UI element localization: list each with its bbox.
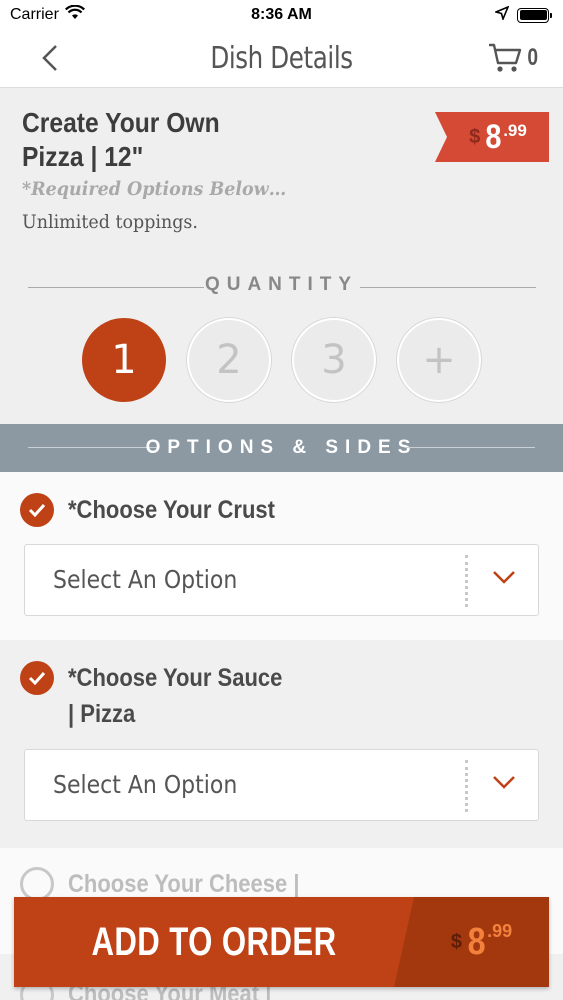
price-tag: $ 8 .99 bbox=[435, 112, 549, 162]
option-title-line2: | Pizza bbox=[68, 700, 136, 728]
add-to-order-button[interactable]: ADD TO ORDER $ 8 .99 bbox=[14, 897, 549, 987]
price-cents: .99 bbox=[487, 921, 513, 941]
cart-button[interactable]: 0 bbox=[488, 38, 539, 78]
quantity-option-1[interactable]: 1 bbox=[82, 318, 166, 402]
option-crust: *Choose Your Crust Select An Option bbox=[0, 472, 563, 640]
check-icon bbox=[20, 493, 54, 527]
price-main: 8 bbox=[485, 117, 502, 156]
price-main: 8 bbox=[467, 920, 486, 963]
dish-description: Unlimited toppings. bbox=[22, 211, 198, 233]
price-symbol: $ bbox=[469, 125, 481, 148]
check-icon bbox=[20, 661, 54, 695]
dish-name-line2: Pizza | 12" bbox=[22, 141, 144, 172]
divider bbox=[465, 555, 468, 607]
quantity-option-2[interactable]: 2 bbox=[187, 318, 271, 402]
carrier-label: Carrier bbox=[10, 6, 59, 23]
select-placeholder: Select An Option bbox=[53, 565, 238, 594]
dish-name: Create Your Own Pizza | 12" bbox=[22, 106, 286, 174]
unchecked-circle-icon bbox=[20, 867, 54, 901]
wifi-icon bbox=[64, 4, 85, 25]
quantity-header: QUANTITY bbox=[0, 274, 563, 300]
quantity-option-3[interactable]: 3 bbox=[292, 318, 376, 402]
add-to-order-label: ADD TO ORDER bbox=[91, 919, 337, 964]
page-title: Dish Details bbox=[210, 41, 353, 76]
chevron-down-icon bbox=[493, 776, 515, 789]
options-header: OPTIONS & SIDES bbox=[0, 424, 563, 472]
divider bbox=[405, 447, 535, 448]
option-sauce: *Choose Your Sauce | Pizza Select An Opt… bbox=[0, 640, 563, 848]
dish-name-line1: Create Your Own bbox=[22, 107, 220, 138]
status-bar: Carrier 8:36 AM bbox=[0, 0, 563, 30]
options-header-label: OPTIONS & SIDES bbox=[145, 437, 418, 458]
divider bbox=[465, 760, 468, 812]
divider bbox=[360, 287, 536, 288]
required-note: *Required Options Below… bbox=[22, 178, 287, 200]
price-cents: .99 bbox=[503, 121, 527, 140]
option-title-line1: *Choose Your Sauce bbox=[68, 664, 283, 692]
battery-icon bbox=[517, 7, 552, 23]
cart-icon bbox=[488, 43, 521, 72]
add-to-order-price: $ 8 .99 bbox=[394, 897, 549, 987]
sauce-select[interactable]: Select An Option bbox=[24, 749, 539, 821]
quantity-stepper: 1 2 3 + bbox=[0, 318, 563, 404]
location-arrow-icon bbox=[493, 5, 510, 25]
price-symbol: $ bbox=[450, 930, 462, 953]
select-placeholder: Select An Option bbox=[53, 770, 238, 799]
option-title: *Choose Your Sauce | Pizza bbox=[68, 660, 282, 732]
quantity-label: QUANTITY bbox=[204, 274, 359, 295]
chevron-down-icon bbox=[493, 571, 515, 584]
option-title: *Choose Your Crust bbox=[68, 496, 275, 524]
nav-bar: Dish Details 0 bbox=[0, 30, 563, 88]
crust-select[interactable]: Select An Option bbox=[24, 544, 539, 616]
quantity-increment-button[interactable]: + bbox=[397, 318, 481, 402]
cart-count: 0 bbox=[526, 44, 538, 71]
